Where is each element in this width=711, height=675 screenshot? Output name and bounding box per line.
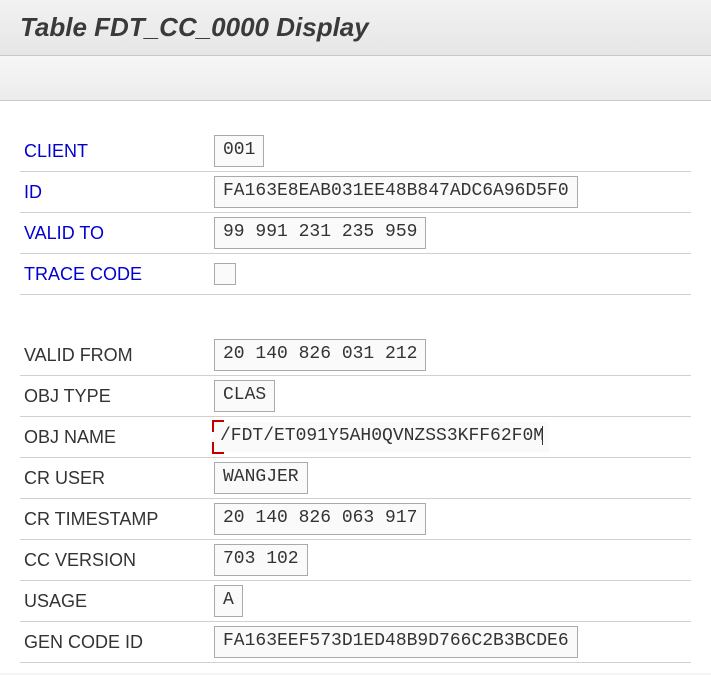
label-cc-version: CC VERSION: [20, 550, 214, 571]
row-client: CLIENT 001: [20, 131, 691, 172]
value-client[interactable]: 001: [214, 135, 264, 166]
value-cr-user[interactable]: WANGJER: [214, 462, 308, 493]
text-cursor-icon: [542, 426, 543, 446]
row-gen-code-id: GEN CODE ID FA163EEF573D1ED48B9D766C2B3B…: [20, 622, 691, 663]
label-client: CLIENT: [20, 141, 214, 162]
row-valid-from: VALID FROM 20 140 826 031 212: [20, 335, 691, 376]
label-cr-user: CR USER: [20, 468, 214, 489]
row-usage: USAGE A: [20, 581, 691, 622]
row-trace-code: TRACE CODE: [20, 254, 691, 295]
value-id[interactable]: FA163E8EAB031EE48B847ADC6A96D5F0: [214, 176, 578, 207]
value-valid-from[interactable]: 20 140 826 031 212: [214, 339, 426, 370]
row-cr-timestamp: CR TIMESTAMP 20 140 826 063 917: [20, 499, 691, 540]
application-toolbar: [0, 56, 711, 101]
focus-corner-icon: [212, 420, 224, 432]
label-obj-type: OBJ TYPE: [20, 386, 214, 407]
label-valid-from: VALID FROM: [20, 345, 214, 366]
row-obj-type: OBJ TYPE CLAS: [20, 376, 691, 417]
value-gen-code-id[interactable]: FA163EEF573D1ED48B9D766C2B3BCDE6: [214, 626, 578, 657]
row-valid-to: VALID TO 99 991 231 235 959: [20, 213, 691, 254]
titlebar: Table FDT_CC_0000 Display: [0, 0, 711, 56]
value-obj-type[interactable]: CLAS: [214, 380, 275, 411]
value-usage[interactable]: A: [214, 585, 243, 616]
page-title: Table FDT_CC_0000 Display: [20, 12, 691, 43]
value-obj-name[interactable]: /FDT/ET091Y5AH0QVNZSS3KFF62F0M: [214, 422, 549, 451]
section-spacer: [20, 295, 691, 335]
label-usage: USAGE: [20, 591, 214, 612]
label-obj-name: OBJ NAME: [20, 427, 214, 448]
row-cr-user: CR USER WANGJER: [20, 458, 691, 499]
label-cr-timestamp: CR TIMESTAMP: [20, 509, 214, 530]
label-valid-to: VALID TO: [20, 223, 214, 244]
focused-field[interactable]: /FDT/ET091Y5AH0QVNZSS3KFF62F0M: [214, 422, 549, 451]
value-trace-code[interactable]: [214, 263, 236, 285]
value-valid-to[interactable]: 99 991 231 235 959: [214, 217, 426, 248]
value-cr-timestamp[interactable]: 20 140 826 063 917: [214, 503, 426, 534]
focus-corner-icon: [212, 442, 224, 454]
form-content: CLIENT 001 ID FA163E8EAB031EE48B847ADC6A…: [0, 101, 711, 673]
label-id: ID: [20, 182, 214, 203]
value-cc-version[interactable]: 703 102: [214, 544, 308, 575]
row-id: ID FA163E8EAB031EE48B847ADC6A96D5F0: [20, 172, 691, 213]
table-display-window: Table FDT_CC_0000 Display CLIENT 001 ID …: [0, 0, 711, 673]
label-trace-code: TRACE CODE: [20, 264, 214, 285]
label-gen-code-id: GEN CODE ID: [20, 632, 214, 653]
row-obj-name: OBJ NAME /FDT/ET091Y5AH0QVNZSS3KFF62F0M: [20, 417, 691, 458]
row-cc-version: CC VERSION 703 102: [20, 540, 691, 581]
